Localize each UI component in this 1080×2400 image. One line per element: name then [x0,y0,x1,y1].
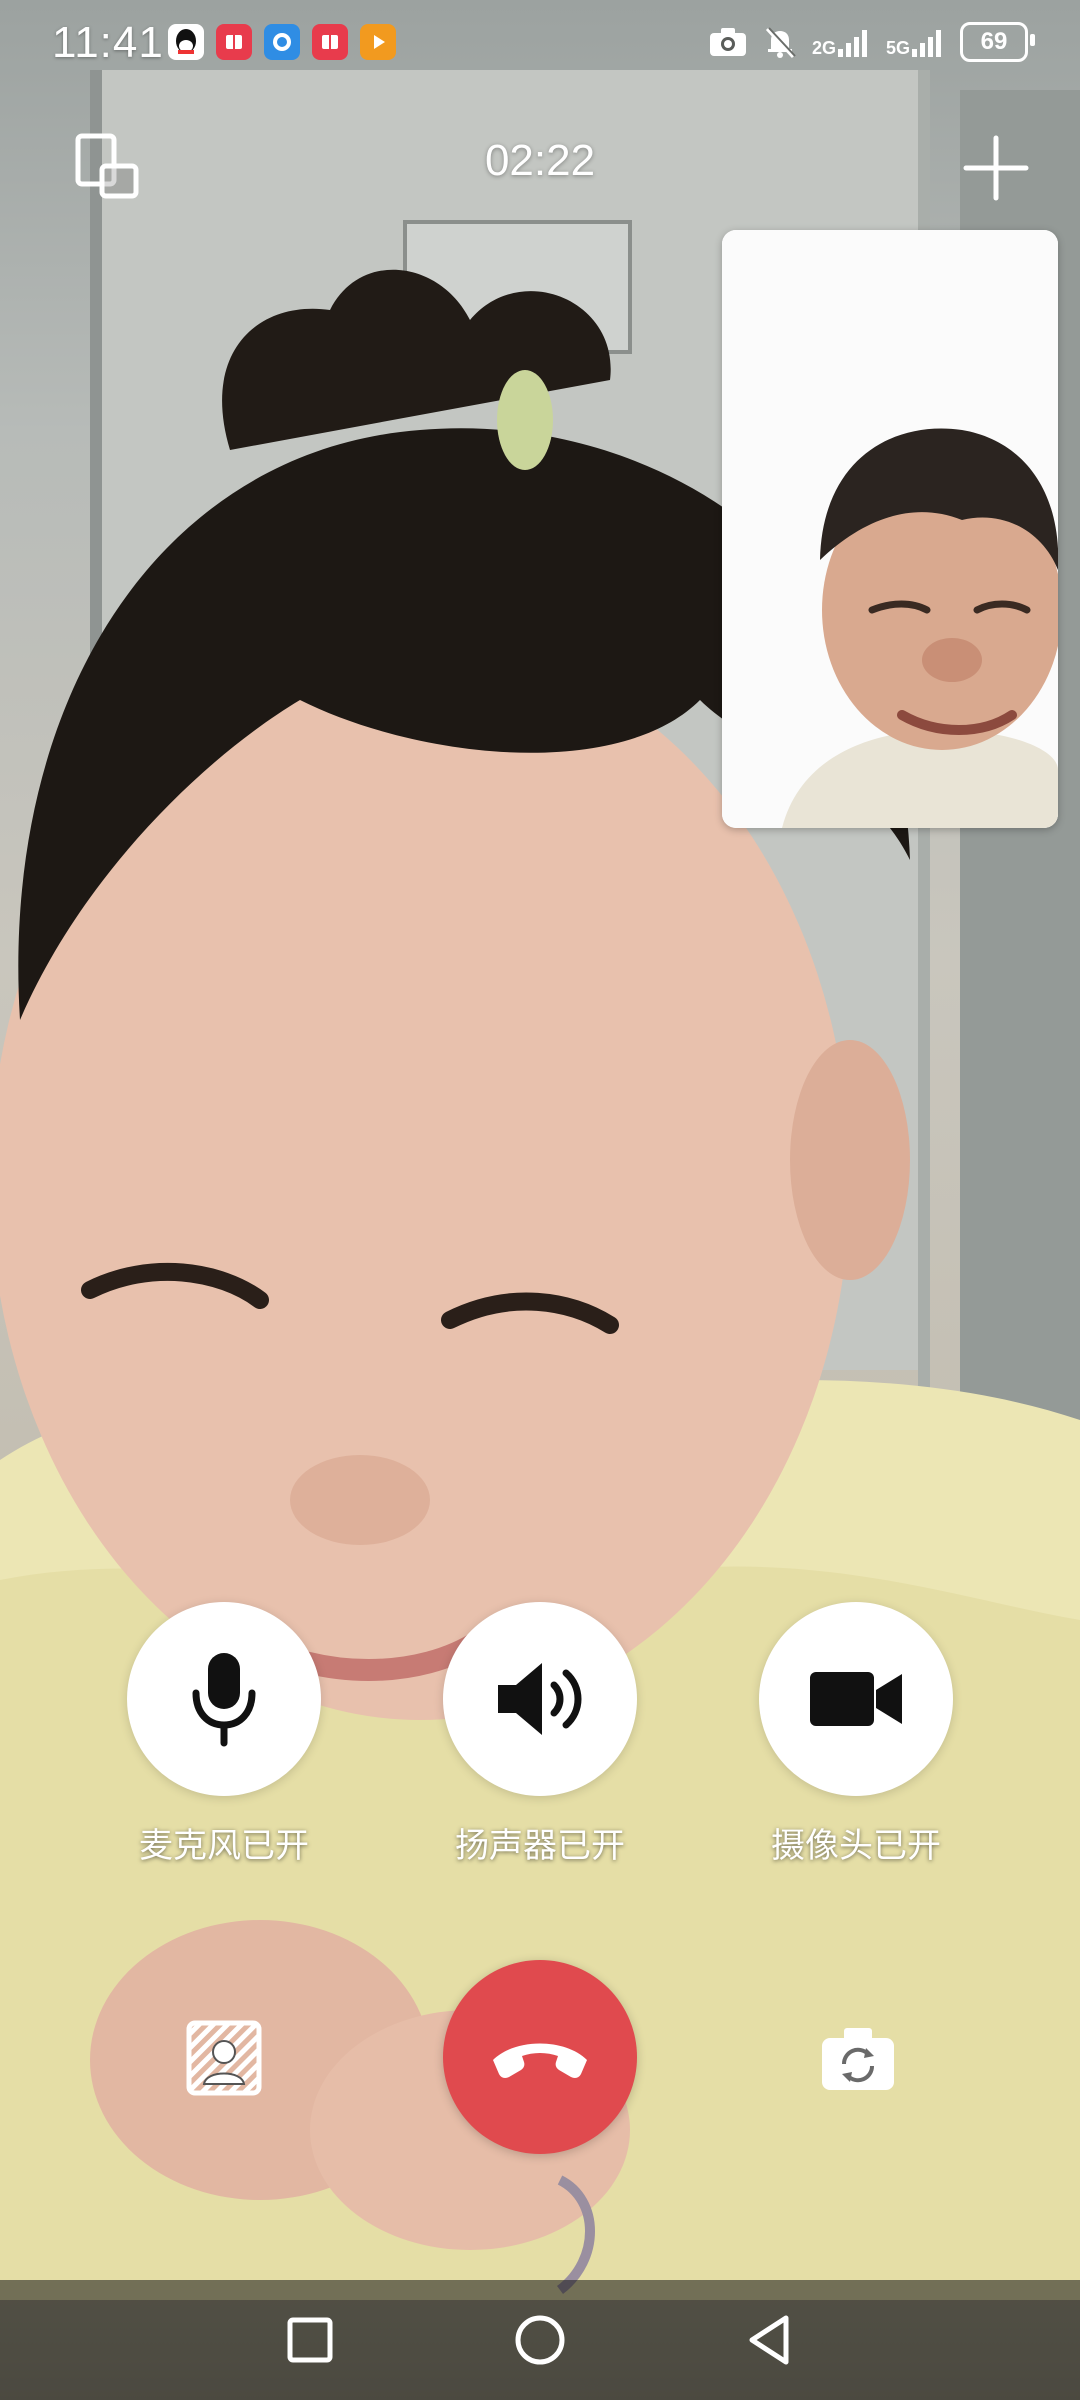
red-app-icon [312,24,348,60]
camera-control: 摄像头已开 [736,1602,976,1867]
signal-5g: 5G [886,27,946,57]
hang-up-button[interactable] [443,1960,637,2154]
flip-camera-icon [822,2028,894,2090]
notification-icons [168,24,396,60]
status-time: 11:41 [52,18,164,67]
microphone-label: 麦克风已开 [139,1826,309,1866]
speaker-control: 扬声器已开 [420,1602,660,1867]
qq-icon [168,24,204,60]
background-blur-button[interactable] [186,2020,262,2096]
system-icons: 2G 5G 69 [708,22,1035,62]
local-video-preview[interactable] [722,230,1058,828]
microphone-control: 麦克风已开 [104,1602,344,1867]
status-bar: 11:41 2G 5G 69 [0,0,1080,86]
square-icon [287,2317,333,2363]
camera-in-use-icon [709,28,746,56]
circle-icon [515,2315,565,2365]
call-timer: 02:22 [484,136,596,185]
phone-hangup-icon [493,2043,587,2078]
navigation-bar [0,2280,1080,2400]
blue-app-icon [264,24,300,60]
video-camera-icon [810,1672,902,1726]
local-video-illustration [722,230,1058,828]
signal-bars-icon [912,30,941,57]
signal-2g: 2G [812,27,872,57]
triangle-back-icon [749,2315,789,2365]
recents-button[interactable] [280,2310,340,2370]
mute-bell-icon [765,27,796,59]
speaker-button[interactable] [443,1602,637,1796]
plus-icon [963,135,1029,201]
orange-video-icon [360,24,396,60]
camera-label: 摄像头已开 [771,1826,941,1866]
flip-camera-button[interactable] [818,2024,898,2094]
microphone-button[interactable] [127,1602,321,1796]
add-participant-button[interactable] [956,128,1036,208]
home-button[interactable] [510,2310,570,2370]
battery-indicator: 69 [960,22,1035,62]
microphone-icon [192,1653,256,1747]
speaker-icon [498,1663,582,1735]
camera-button[interactable] [759,1602,953,1796]
background-blur-icon [186,2020,262,2096]
network-2g-label: 2G [811,38,836,58]
speaker-label: 扬声器已开 [455,1826,625,1866]
back-button[interactable] [740,2310,800,2370]
signal-bars-icon [837,30,867,57]
network-5g-label: 5G [885,38,910,58]
red-app-icon [216,24,252,60]
